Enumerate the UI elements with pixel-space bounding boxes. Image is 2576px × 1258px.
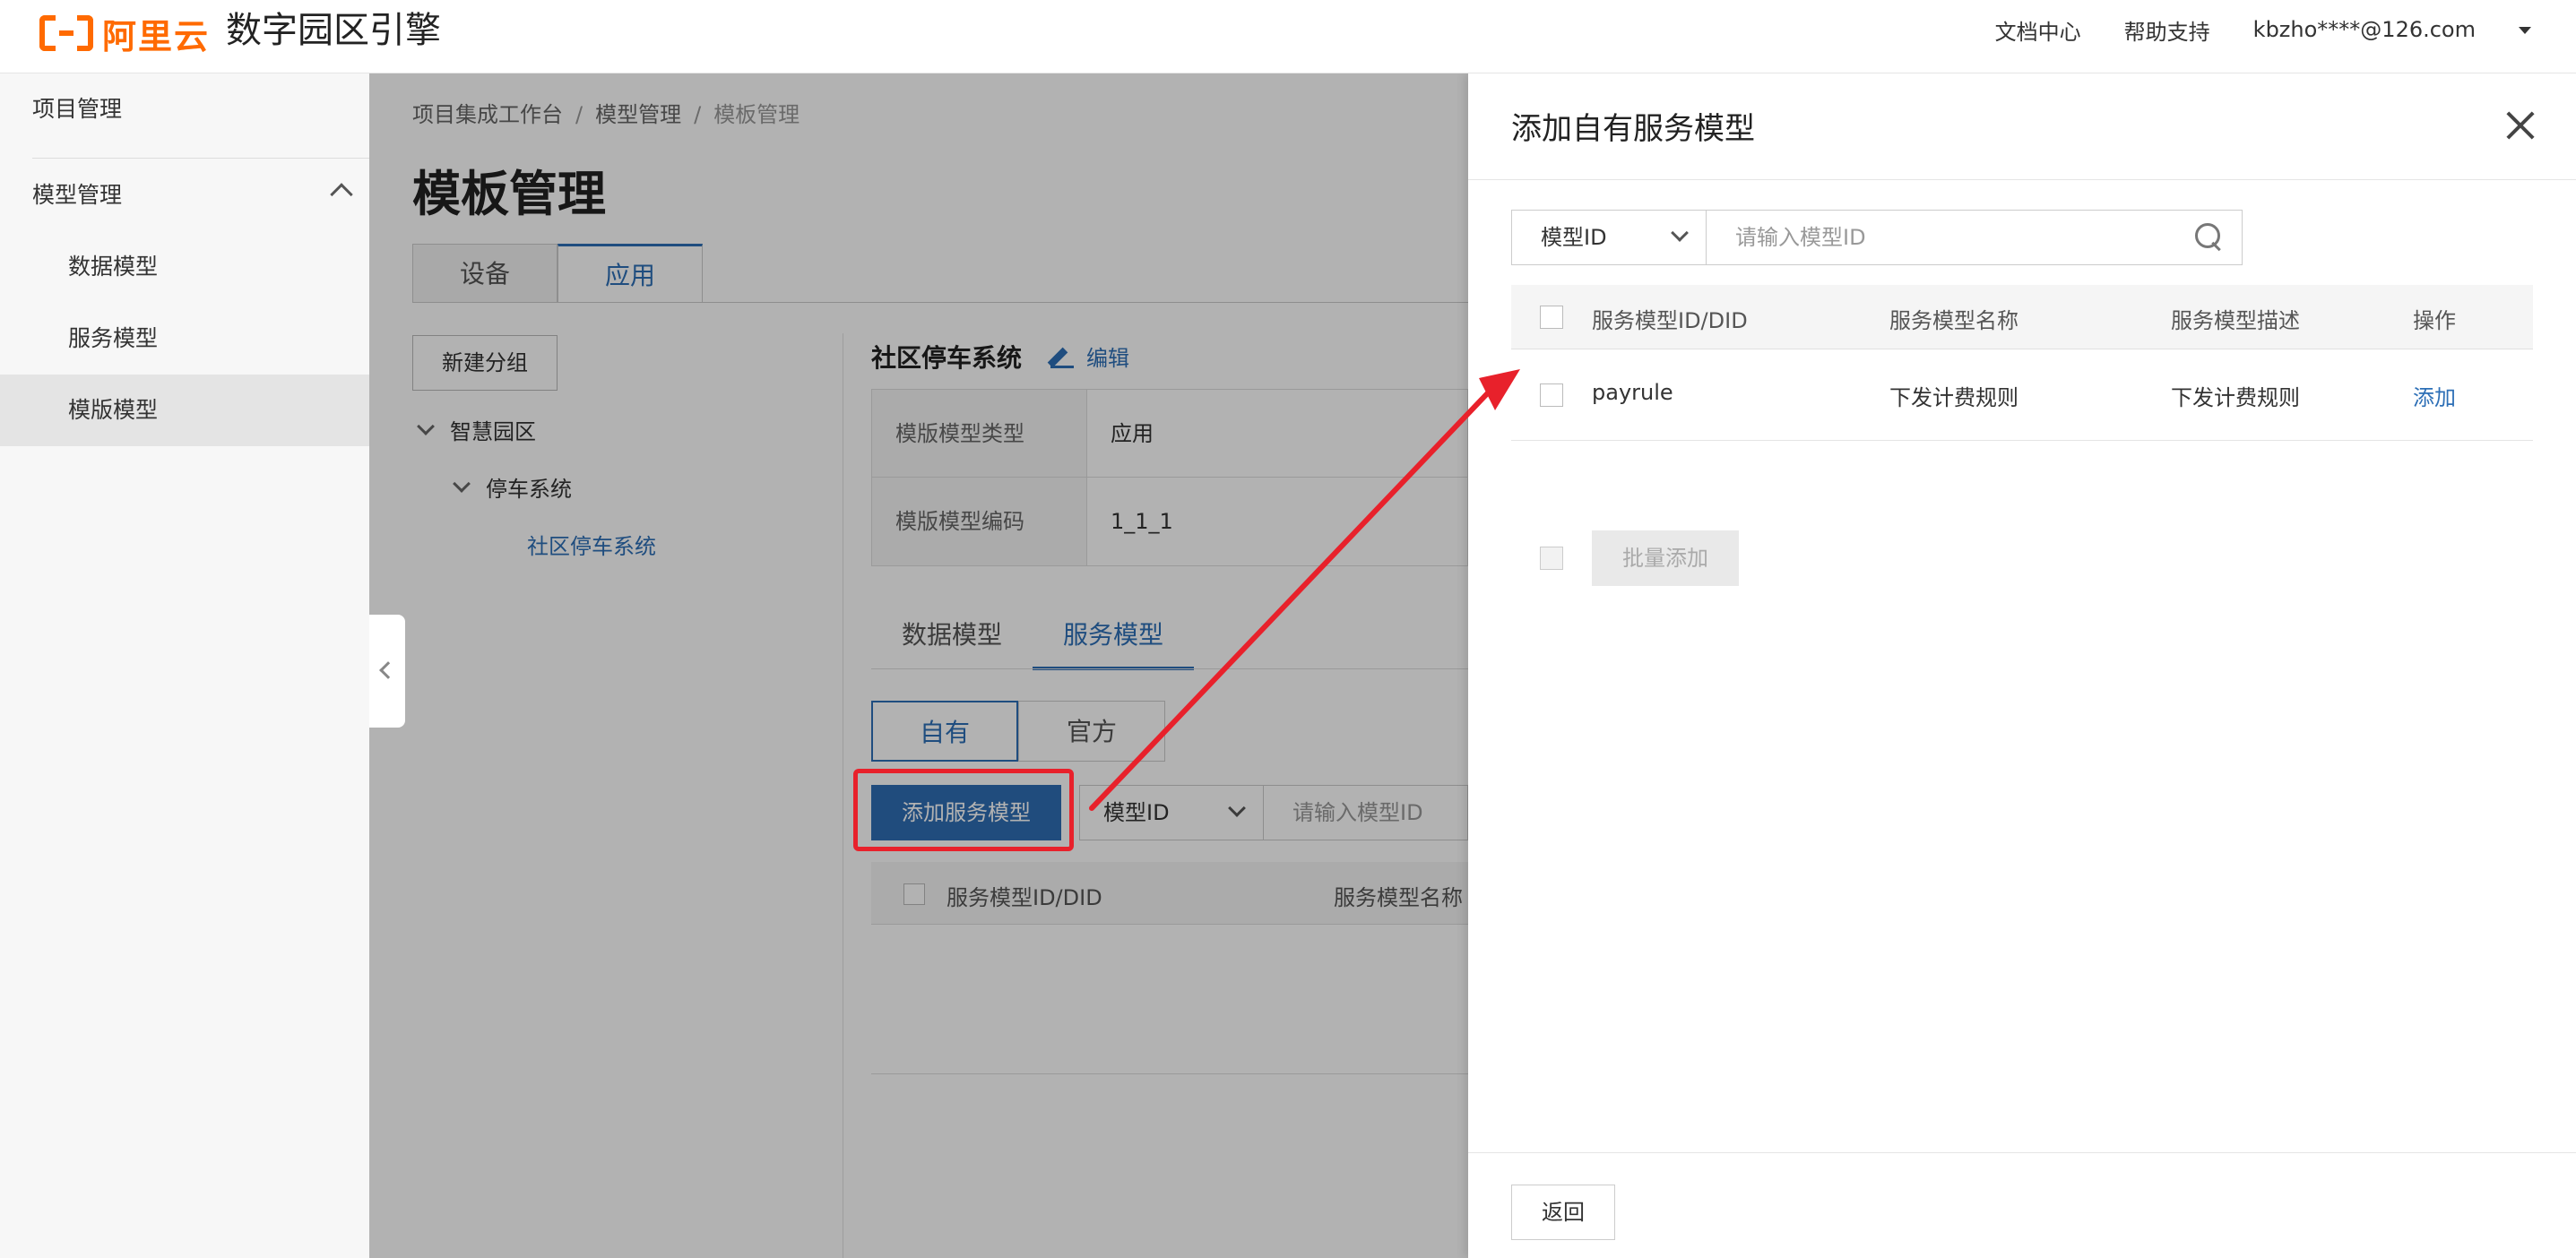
sidebar-collapse-toggle[interactable]	[369, 615, 405, 728]
sidebar-item-template-model[interactable]: 模版模型	[0, 375, 369, 446]
drawer-table-header: 服务模型ID/DID 服务模型名称 服务模型描述 操作	[1511, 285, 2533, 349]
drawer-filter-select[interactable]: 模型ID	[1511, 210, 1707, 265]
close-icon[interactable]	[2506, 111, 2535, 140]
model-desc: 下发计费规则	[2171, 385, 2300, 410]
sidebar-item-service-model[interactable]: 服务模型	[0, 303, 369, 375]
chevron-down-icon	[1671, 224, 1689, 242]
back-button[interactable]: 返回	[1511, 1185, 1615, 1240]
chevron-left-icon	[379, 661, 397, 679]
chevron-up-icon	[330, 183, 353, 206]
search-placeholder: 请输入模型ID	[1735, 225, 1866, 250]
aliyun-logo-icon	[39, 15, 93, 51]
add-link[interactable]: 添加	[2413, 380, 2456, 411]
drawer-search-input[interactable]: 请输入模型ID	[1707, 210, 2243, 265]
top-links: 文档中心 帮助支持 kbzho****@126.com	[1952, 0, 2531, 59]
sidebar-item-project-mgmt[interactable]: 项目管理	[32, 73, 402, 145]
column-header: 操作	[2413, 308, 2456, 333]
caret-down-icon	[2519, 27, 2531, 34]
add-service-model-drawer: 添加自有服务模型 模型ID 请输入模型ID 服务模型ID/DID 服务模型名称 …	[1468, 73, 2576, 1258]
aliyun-logo[interactable]: 阿里云	[39, 11, 210, 56]
top-bar: 阿里云 数字园区引擎 文档中心 帮助支持 kbzho****@126.com	[0, 0, 2576, 73]
batch-checkbox[interactable]	[1540, 547, 1563, 570]
batch-add-button[interactable]: 批量添加	[1592, 530, 1739, 586]
sidebar-item-label: 模型管理	[32, 182, 123, 208]
modal-overlay[interactable]	[369, 73, 1468, 1258]
column-header: 服务模型ID/DID	[1592, 308, 1748, 333]
filter-select-value: 模型ID	[1541, 225, 1607, 250]
help-link[interactable]: 帮助支持	[2124, 14, 2210, 46]
logo-text: 阿里云	[102, 16, 211, 56]
table-row: payrule 下发计费规则 下发计费规则 添加	[1511, 349, 2533, 441]
model-id: payrule	[1592, 380, 1673, 405]
select-all-checkbox[interactable]	[1540, 306, 1563, 329]
docs-link[interactable]: 文档中心	[1995, 14, 2081, 46]
row-checkbox[interactable]	[1540, 383, 1563, 407]
model-name: 下发计费规则	[1889, 385, 2018, 410]
sidebar-divider	[32, 158, 369, 159]
account-menu[interactable]: kbzho****@126.com	[2253, 17, 2531, 42]
drawer-title: 添加自有服务模型	[1511, 111, 1755, 147]
account-name: kbzho****@126.com	[2252, 17, 2476, 42]
annotation-highlight-box	[853, 769, 1074, 851]
sidebar: 项目管理 模型管理 数据模型 服务模型 模版模型	[0, 73, 369, 1258]
product-name: 数字园区引擎	[226, 10, 441, 51]
column-header: 服务模型名称	[1889, 308, 2018, 333]
search-icon[interactable]	[2195, 223, 2224, 252]
drawer-divider	[1468, 179, 2576, 180]
sidebar-item-model-mgmt[interactable]: 模型管理	[0, 159, 369, 231]
column-header: 服务模型描述	[2171, 308, 2300, 333]
drawer-divider	[1468, 1152, 2576, 1153]
sidebar-item-data-model[interactable]: 数据模型	[0, 231, 369, 303]
